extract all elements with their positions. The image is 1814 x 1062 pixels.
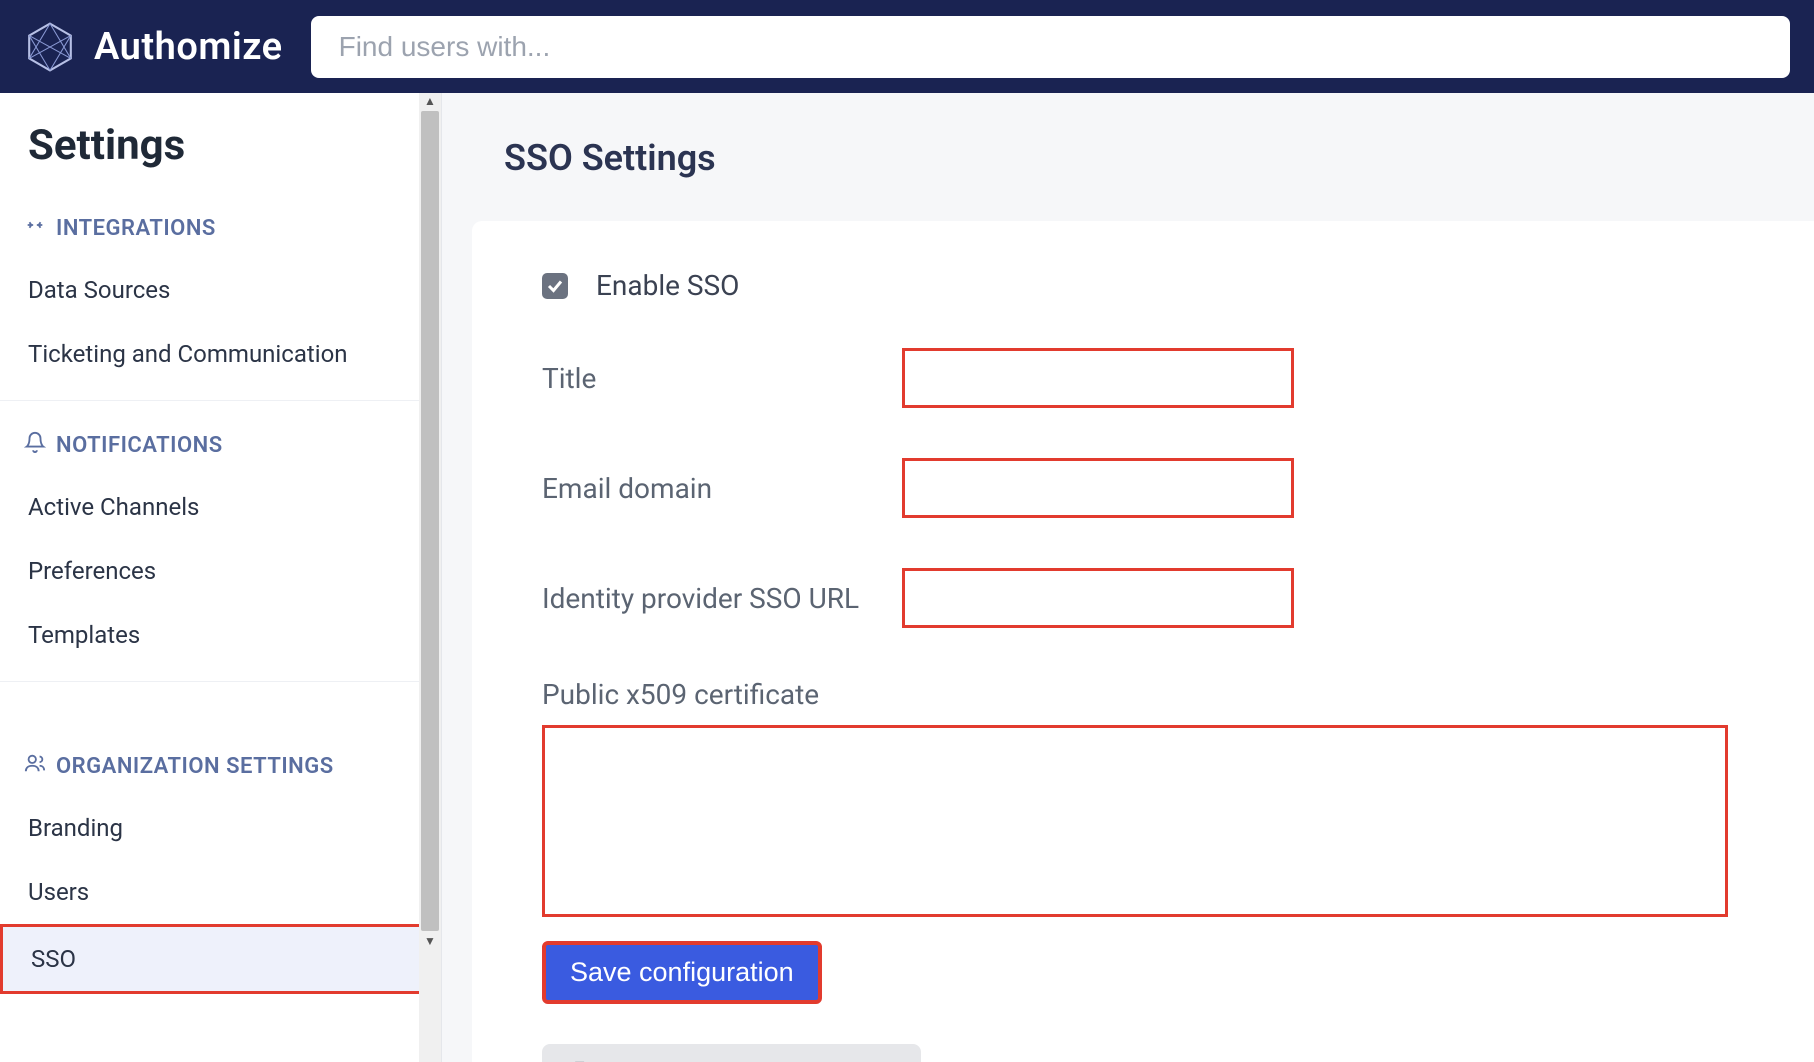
section-label: ORGANIZATION SETTINGS bbox=[56, 754, 334, 779]
section-header-organization: ORGANIZATION SETTINGS bbox=[0, 742, 441, 796]
brand-area: Authomize bbox=[24, 21, 283, 73]
sidebar-item-users[interactable]: Users bbox=[0, 860, 441, 924]
brand-name: Authomize bbox=[94, 25, 283, 69]
label-email-domain: Email domain bbox=[542, 472, 902, 505]
page-title: Settings bbox=[0, 121, 441, 204]
bell-icon bbox=[24, 431, 46, 459]
topbar: Authomize bbox=[0, 0, 1814, 93]
sidebar-item-preferences[interactable]: Preferences bbox=[0, 539, 441, 603]
row-title: Title bbox=[542, 348, 1766, 408]
sidebar-item-ticketing[interactable]: Ticketing and Communication bbox=[0, 322, 441, 386]
logo-icon bbox=[24, 21, 76, 73]
save-configuration-button[interactable]: Save configuration bbox=[542, 941, 822, 1004]
label-title: Title bbox=[542, 362, 902, 395]
sidebar-item-data-sources[interactable]: Data Sources bbox=[0, 258, 441, 322]
nav-group-organization: ORGANIZATION SETTINGS Branding Users SSO bbox=[0, 702, 441, 1008]
sso-guide-button[interactable]: SSO Step by Step Guide bbox=[542, 1044, 921, 1062]
section-label: NOTIFICATIONS bbox=[56, 433, 223, 458]
nav-group-notifications: NOTIFICATIONS Active Channels Preference… bbox=[0, 421, 441, 682]
label-certificate: Public x509 certificate bbox=[542, 678, 1766, 711]
scroll-thumb[interactable] bbox=[421, 111, 439, 931]
search-input[interactable] bbox=[311, 16, 1790, 78]
enable-sso-checkbox[interactable] bbox=[542, 273, 568, 299]
title-field[interactable] bbox=[902, 348, 1294, 408]
section-label: INTEGRATIONS bbox=[56, 216, 216, 241]
main-heading: SSO Settings bbox=[442, 137, 1814, 221]
nav-group-integrations: INTEGRATIONS Data Sources Ticketing and … bbox=[0, 204, 441, 401]
sidebar: Settings INTEGRATIONS Data Sources Ticke… bbox=[0, 93, 442, 1062]
row-email-domain: Email domain bbox=[542, 458, 1766, 518]
sidebar-item-templates[interactable]: Templates bbox=[0, 603, 441, 667]
section-header-integrations: INTEGRATIONS bbox=[0, 204, 441, 258]
label-idp-url: Identity provider SSO URL bbox=[542, 582, 902, 615]
enable-sso-label: Enable SSO bbox=[596, 269, 739, 302]
main-content: SSO Settings Enable SSO Title Email doma… bbox=[442, 93, 1814, 1062]
section-header-notifications: NOTIFICATIONS bbox=[0, 421, 441, 475]
sidebar-item-branding[interactable]: Branding bbox=[0, 796, 441, 860]
sidebar-item-sso[interactable]: SSO bbox=[0, 924, 435, 994]
people-icon bbox=[24, 752, 46, 780]
scroll-down-icon[interactable]: ▼ bbox=[424, 933, 436, 949]
scroll-up-icon[interactable]: ▲ bbox=[424, 93, 436, 109]
email-domain-field[interactable] bbox=[902, 458, 1294, 518]
idp-url-field[interactable] bbox=[902, 568, 1294, 628]
sidebar-scrollbar[interactable]: ▲ ▼ bbox=[419, 93, 441, 1062]
row-idp-url: Identity provider SSO URL bbox=[542, 568, 1766, 628]
enable-row: Enable SSO bbox=[542, 269, 1766, 302]
row-certificate: Public x509 certificate bbox=[542, 678, 1766, 917]
certificate-field[interactable] bbox=[542, 725, 1728, 917]
integrations-icon bbox=[24, 214, 46, 242]
settings-card: Enable SSO Title Email domain Identity p… bbox=[472, 221, 1814, 1062]
sidebar-item-active-channels[interactable]: Active Channels bbox=[0, 475, 441, 539]
